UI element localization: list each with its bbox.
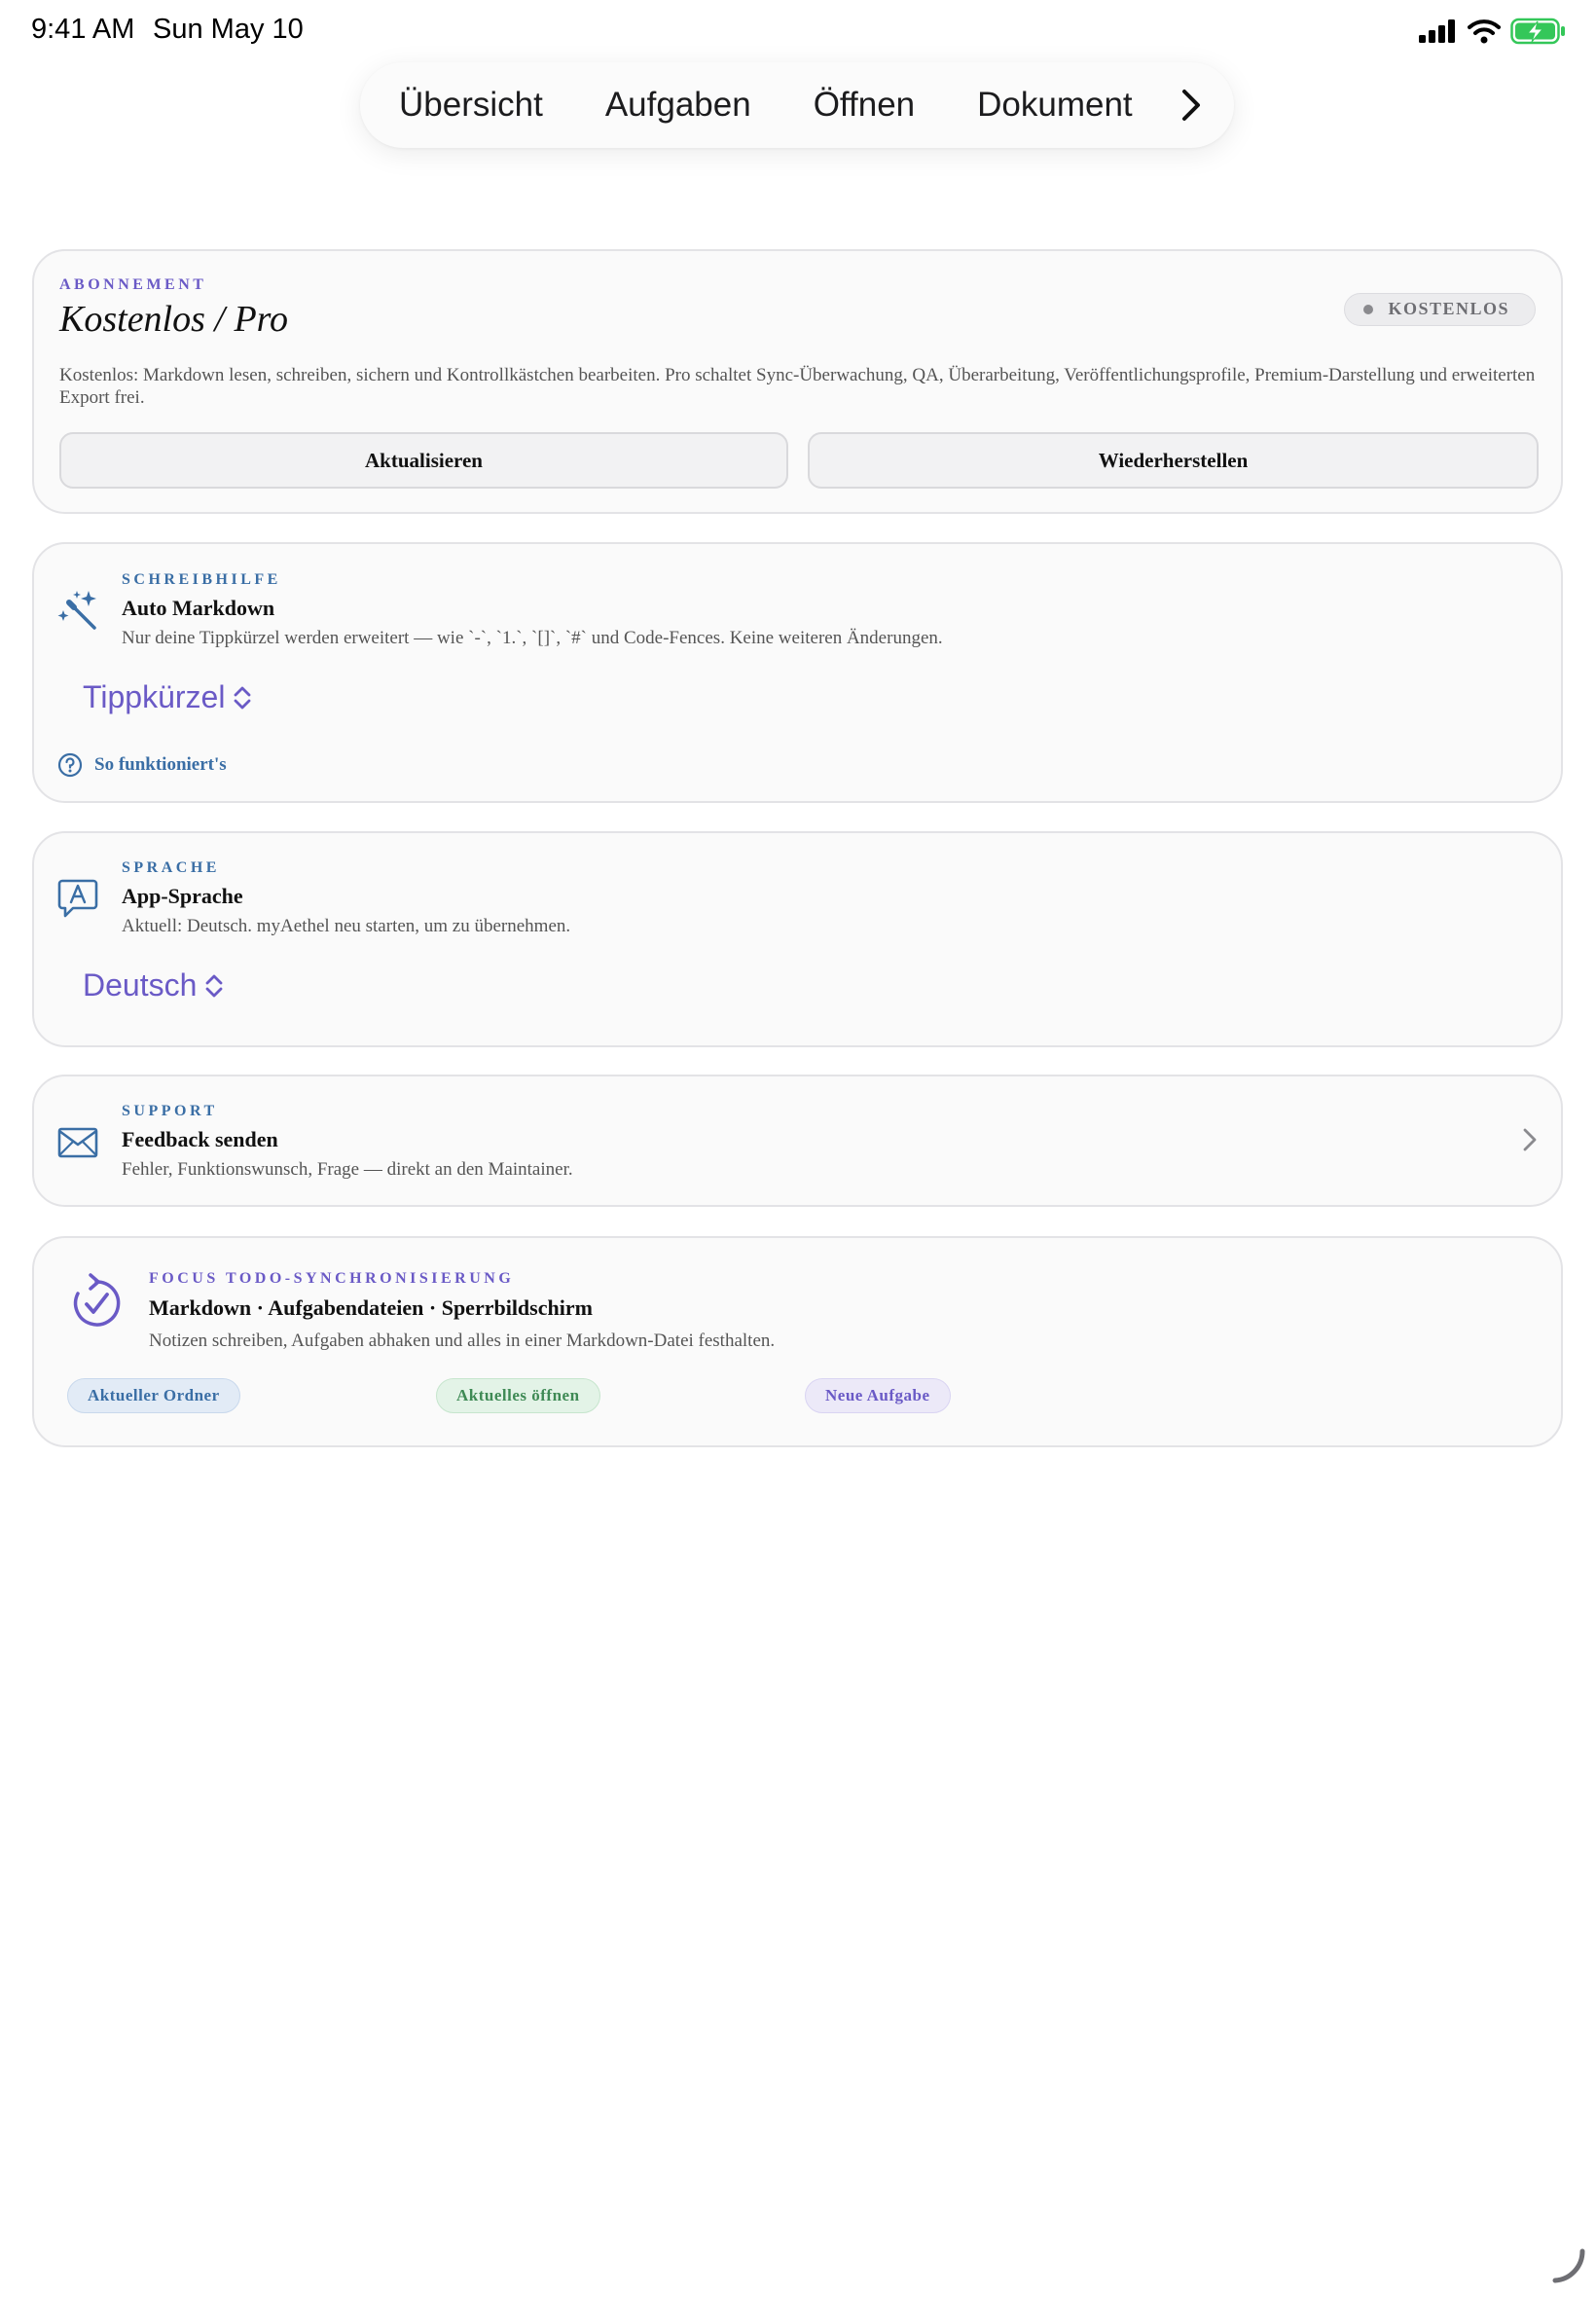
language-description: Aktuell: Deutsch. myAethel neu starten, … [122,916,571,936]
tab-open[interactable]: Öffnen [814,86,915,125]
sync-check-icon [69,1273,124,1334]
battery-charging-icon [1510,18,1565,45]
subscription-description: Kostenlos: Markdown lesen, schreiben, si… [59,365,1536,408]
tab-more-button[interactable] [1172,86,1211,125]
writing-aid-card: SCHREIBHILFE Auto Markdown Nur deine Tip… [32,542,1563,803]
tab-overview[interactable]: Übersicht [399,86,543,125]
subscription-title: Kostenlos / Pro [59,299,289,340]
status-time: 9:41 AM [31,14,135,45]
auto-markdown-picker[interactable]: Tippkürzel [83,679,252,715]
auto-markdown-picker-value: Tippkürzel [83,679,226,714]
tab-document[interactable]: Dokument [977,86,1133,125]
app-language-picker-value: Deutsch [83,967,198,1003]
chevron-up-down-icon [235,686,251,709]
subscription-eyebrow: ABONNEMENT [59,276,207,293]
corner-arc-icon [1549,2245,1588,2289]
plan-status-badge: KOSTENLOS [1344,293,1536,326]
chevron-right-icon [1522,1127,1538,1157]
focus-todo-sync-card: FOCUS TODO-SYNCHRONISIERUNG Markdown · A… [32,1236,1563,1447]
how-it-works-link[interactable]: So funktioniert's [57,752,227,778]
support-title: Feedback senden [122,1127,278,1151]
update-button[interactable]: Aktualisieren [59,432,788,489]
language-title: App-Sprache [122,884,243,908]
focus-eyebrow: FOCUS TODO-SYNCHRONISIERUNG [149,1270,515,1287]
language-eyebrow: SPRACHE [122,859,220,876]
status-bar: 9:41 AM Sun May 10 [0,0,1596,60]
new-task-chip[interactable]: Neue Aufgabe [805,1378,951,1413]
status-icons [1419,18,1567,45]
focus-title: Markdown · Aufgabendateien · Sperrbildsc… [149,1295,593,1320]
language-card: SPRACHE App-Sprache Aktuell: Deutsch. my… [32,831,1563,1047]
restore-button[interactable]: Wiederherstellen [808,432,1539,489]
envelope-icon [57,1127,98,1163]
subscription-card: ABONNEMENT Kostenlos / Pro KOSTENLOS Kos… [32,249,1563,514]
focus-description: Notizen schreiben, Aufgaben abhaken und … [149,1331,776,1351]
support-description: Fehler, Funktionswunsch, Frage — direkt … [122,1159,573,1180]
send-feedback-row[interactable]: SUPPORT Feedback senden Fehler, Funktion… [32,1075,1563,1207]
writing-description: Nur deine Tippkürzel werden erweitert — … [122,628,943,648]
app-language-picker[interactable]: Deutsch [83,967,224,1003]
magic-wand-icon [57,589,98,637]
top-tab-bar: Übersicht Aufgaben Öffnen Dokument [360,62,1234,148]
writing-title: Auto Markdown [122,596,275,620]
wifi-icon [1468,19,1501,44]
cellular-signal-icon [1419,19,1455,43]
chevron-right-icon [1182,90,1200,121]
how-it-works-label: So funktioniert's [94,754,227,775]
open-current-chip[interactable]: Aktuelles öffnen [436,1378,600,1413]
support-eyebrow: SUPPORT [122,1103,218,1119]
question-circle-icon [57,752,83,778]
status-date: Sun May 10 [153,14,304,45]
language-bubble-icon [57,878,98,924]
tab-tasks[interactable]: Aufgaben [605,86,751,125]
writing-eyebrow: SCHREIBHILFE [122,571,281,588]
chevron-up-down-icon [205,974,223,997]
current-folder-chip[interactable]: Aktueller Ordner [67,1378,240,1413]
